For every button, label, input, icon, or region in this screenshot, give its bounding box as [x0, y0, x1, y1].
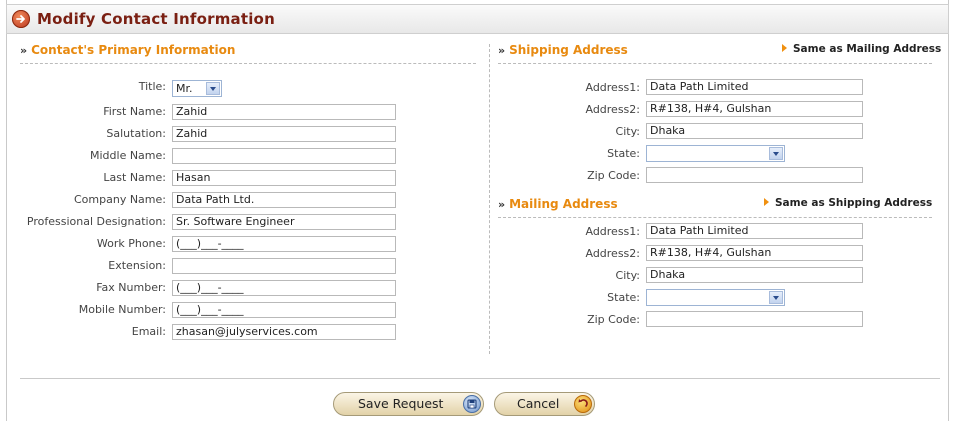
shipping-city-field[interactable]: Dhaka [646, 123, 863, 139]
double-chevron-icon: » [20, 44, 28, 57]
title-select[interactable]: Mr. [172, 80, 222, 97]
shipping-heading-text: Shipping Address [509, 43, 628, 57]
save-request-button[interactable]: Save Request [333, 392, 484, 416]
same-as-shipping-text: Same as Shipping Address [775, 197, 933, 209]
middle-name-field[interactable] [172, 148, 396, 164]
last-name-field[interactable]: Hasan [172, 170, 396, 186]
email-field[interactable]: zhasan@julyservices.com [172, 324, 396, 340]
mailing-address1-label: Address1: [585, 225, 640, 238]
chevron-down-icon[interactable] [206, 82, 220, 95]
primary-info-heading: » Contact's Primary Information [20, 43, 235, 57]
double-chevron-icon: » [498, 198, 506, 211]
triangle-right-icon [764, 198, 769, 206]
shipping-address1-label: Address1: [585, 81, 640, 94]
first-name-field[interactable]: Zahid [172, 104, 396, 120]
mailing-address1-field[interactable]: Data Path Limited [646, 223, 863, 239]
shipping-state-select[interactable] [646, 145, 785, 162]
mailing-zip-label: Zip Code: [587, 313, 640, 326]
fax-label: Fax Number: [96, 281, 166, 294]
mailing-heading: » Mailing Address [498, 197, 618, 211]
arrow-right-circle-icon [12, 10, 30, 28]
title-label: Title: [138, 80, 166, 93]
mailing-address2-field[interactable]: R#138, H#4, Gulshan [646, 245, 863, 261]
mailing-city-field[interactable]: Dhaka [646, 267, 863, 283]
first-name-label: First Name: [103, 105, 166, 118]
page-title: Modify Contact Information [37, 10, 275, 28]
triangle-right-icon [782, 44, 787, 52]
mailing-city-label: City: [615, 269, 640, 282]
column-divider [489, 44, 490, 354]
salutation-label: Salutation: [106, 127, 166, 140]
cancel-button[interactable]: Cancel [494, 392, 595, 416]
save-disk-icon [463, 395, 481, 413]
mailing-heading-text: Mailing Address [509, 197, 618, 211]
work-phone-field[interactable]: (___)___-____ [172, 236, 396, 252]
designation-field[interactable]: Sr. Software Engineer [172, 214, 396, 230]
shipping-address2-field[interactable]: R#138, H#4, Gulshan [646, 101, 863, 117]
work-phone-label: Work Phone: [96, 237, 166, 250]
shipping-zip-label: Zip Code: [587, 169, 640, 182]
chevron-down-icon[interactable] [769, 291, 783, 304]
mailing-state-label: State: [607, 291, 640, 304]
primary-divider [20, 63, 476, 64]
title-bar: Modify Contact Information [6, 4, 949, 34]
mailing-divider [498, 217, 932, 218]
shipping-heading: » Shipping Address [498, 43, 628, 57]
middle-name-label: Middle Name: [90, 149, 166, 162]
company-name-label: Company Name: [74, 193, 166, 206]
company-name-field[interactable]: Data Path Ltd. [172, 192, 396, 208]
fax-field[interactable]: (___)___-____ [172, 280, 396, 296]
shipping-divider [498, 63, 932, 64]
email-label: Email: [131, 325, 166, 338]
shipping-zip-field[interactable] [646, 167, 863, 183]
double-chevron-icon: » [498, 44, 506, 57]
extension-label: Extension: [108, 259, 166, 272]
salutation-field[interactable]: Zahid [172, 126, 396, 142]
cancel-label: Cancel [517, 396, 560, 411]
mailing-zip-field[interactable] [646, 311, 863, 327]
mobile-field[interactable]: (___)___-____ [172, 302, 396, 318]
save-request-label: Save Request [358, 396, 444, 411]
primary-info-heading-text: Contact's Primary Information [31, 43, 236, 57]
mobile-label: Mobile Number: [78, 303, 166, 316]
same-as-shipping-link[interactable]: Same as Shipping Address [764, 197, 932, 209]
footer-divider [20, 378, 940, 379]
mailing-address2-label: Address2: [585, 247, 640, 260]
designation-label: Professional Designation: [26, 215, 166, 228]
same-as-mailing-link[interactable]: Same as Mailing Address [782, 43, 941, 55]
undo-arrow-icon [574, 395, 592, 413]
chevron-down-icon[interactable] [769, 147, 783, 160]
mailing-state-select[interactable] [646, 289, 785, 306]
last-name-label: Last Name: [103, 171, 166, 184]
shipping-state-label: State: [607, 147, 640, 160]
same-as-mailing-text: Same as Mailing Address [793, 43, 942, 55]
extension-field[interactable] [172, 258, 396, 274]
title-select-value: Mr. [176, 82, 193, 95]
shipping-address1-field[interactable]: Data Path Limited [646, 79, 863, 95]
shipping-city-label: City: [615, 125, 640, 138]
shipping-address2-label: Address2: [585, 103, 640, 116]
